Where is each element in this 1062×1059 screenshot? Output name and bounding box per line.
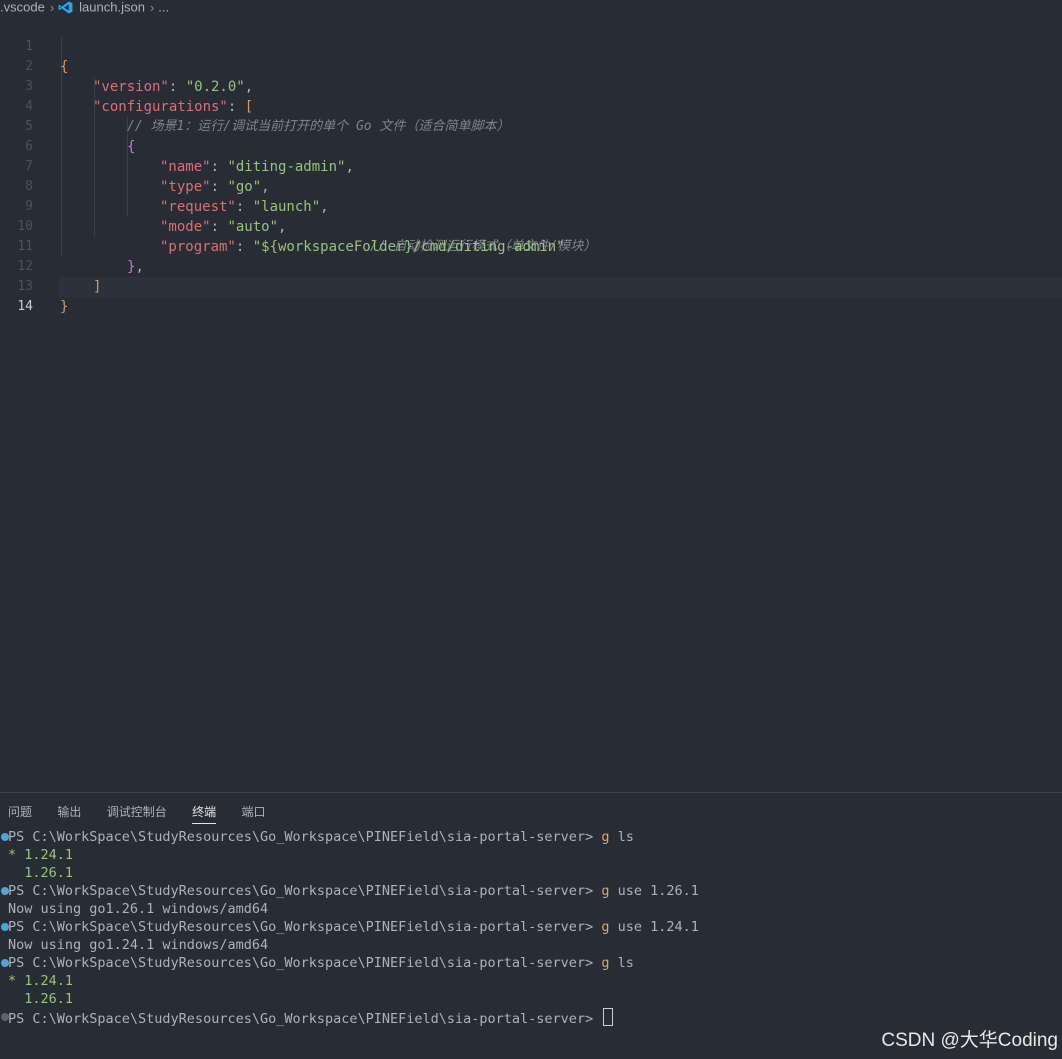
tab-debug-console[interactable]: 调试控制台 (107, 803, 167, 823)
brace: } (60, 299, 69, 315)
code-line: 11 }, (0, 217, 1062, 275)
chevron-right-icon: › (49, 0, 55, 14)
bottom-panel: 问题 输出 调试控制台 终端 端口 PS C:\WorkSpace\StudyR… (0, 792, 1062, 1059)
terminal-line: PS C:\WorkSpace\StudyResources\Go_Worksp… (1, 954, 634, 972)
terminal-args: use 1.24.1 (609, 919, 699, 935)
code-line: 6 "name": "diting-admin", (0, 117, 1062, 175)
tab-terminal[interactable]: 终端 (192, 803, 217, 824)
terminal-output: 1.26.1 (8, 865, 74, 881)
terminal-prompt: PS C:\WorkSpace\StudyResources\Go_Worksp… (8, 919, 602, 935)
terminal-prompt: PS C:\WorkSpace\StudyResources\Go_Worksp… (8, 955, 602, 971)
code-line: 5 { (0, 97, 1062, 155)
terminal-prompt: PS C:\WorkSpace\StudyResources\Go_Worksp… (8, 883, 602, 899)
vscode-icon (58, 1, 73, 14)
terminal-output: * 1.24.1 (8, 973, 74, 989)
code-line: 13 } (0, 257, 1062, 315)
terminal-cursor[interactable] (603, 1008, 614, 1026)
tab-ports[interactable]: 端口 (241, 803, 265, 823)
code-line: 10 "program": "${workspaceFolder}/cmd/di… (0, 197, 1062, 255)
code-line: 2 "version": "0.2.0", (0, 37, 1062, 95)
terminal-line: PS C:\WorkSpace\StudyResources\Go_Worksp… (1, 918, 699, 936)
terminal-args: ls (609, 955, 634, 971)
code-line: 12 ] (0, 237, 1062, 295)
terminal-line: PS C:\WorkSpace\StudyResources\Go_Worksp… (1, 828, 634, 846)
code-line: 1 { (0, 17, 1062, 75)
command-status-icon[interactable] (1, 923, 9, 931)
breadcrumb: .vscode › launch.json ›... (0, 0, 1062, 14)
code-line: 7 "type": "go", (0, 137, 1062, 195)
terminal-output: * 1.24.1 (8, 847, 74, 863)
code-line: 8 "request": "launch", (0, 157, 1062, 215)
code-line: 9 "mode": "auto", // 自动检测运行模式（单文件/模块） (0, 177, 1062, 254)
terminal-prompt: PS C:\WorkSpace\StudyResources\Go_Worksp… (8, 829, 602, 845)
watermark: CSDN @大华Coding (881, 1030, 1058, 1051)
command-status-icon[interactable] (1, 887, 9, 895)
tab-output[interactable]: 输出 (57, 803, 81, 823)
tab-problems[interactable]: 问题 (8, 803, 32, 823)
terminal-output: Now using go1.24.1 windows/amd64 (8, 937, 269, 953)
breadcrumb-folder[interactable]: .vscode (0, 0, 45, 14)
code-line: 3 "configurations": [ (0, 57, 1062, 115)
breadcrumb-more[interactable]: ... (158, 0, 169, 14)
terminal-output: 1.26.1 (8, 991, 74, 1007)
terminal-output: Now using go1.26.1 windows/amd64 (8, 901, 269, 917)
command-status-icon[interactable] (1, 959, 9, 967)
terminal-line: PS C:\WorkSpace\StudyResources\Go_Worksp… (1, 882, 699, 900)
line-number: 14 (17, 299, 33, 314)
terminal-line: PS C:\WorkSpace\StudyResources\Go_Worksp… (1, 1008, 614, 1027)
command-status-icon[interactable] (1, 833, 9, 841)
code-line: 14 (0, 277, 1062, 314)
terminal-args: ls (609, 829, 634, 845)
chevron-right-icon: › (149, 0, 155, 14)
code-line: 4 // 场景1：运行/调试当前打开的单个 Go 文件（适合简单脚本） (0, 77, 1062, 134)
terminal-prompt: PS C:\WorkSpace\StudyResources\Go_Worksp… (8, 1011, 602, 1027)
terminal-args: use 1.26.1 (609, 883, 699, 899)
panel-tabs: 问题 输出 调试控制台 终端 端口 (8, 803, 287, 824)
breadcrumb-file[interactable]: launch.json (79, 0, 145, 14)
code-editor[interactable]: 1 { 2 "version": "0.2.0", 3 "configurati… (0, 17, 1062, 792)
command-status-icon[interactable] (1, 1013, 9, 1021)
